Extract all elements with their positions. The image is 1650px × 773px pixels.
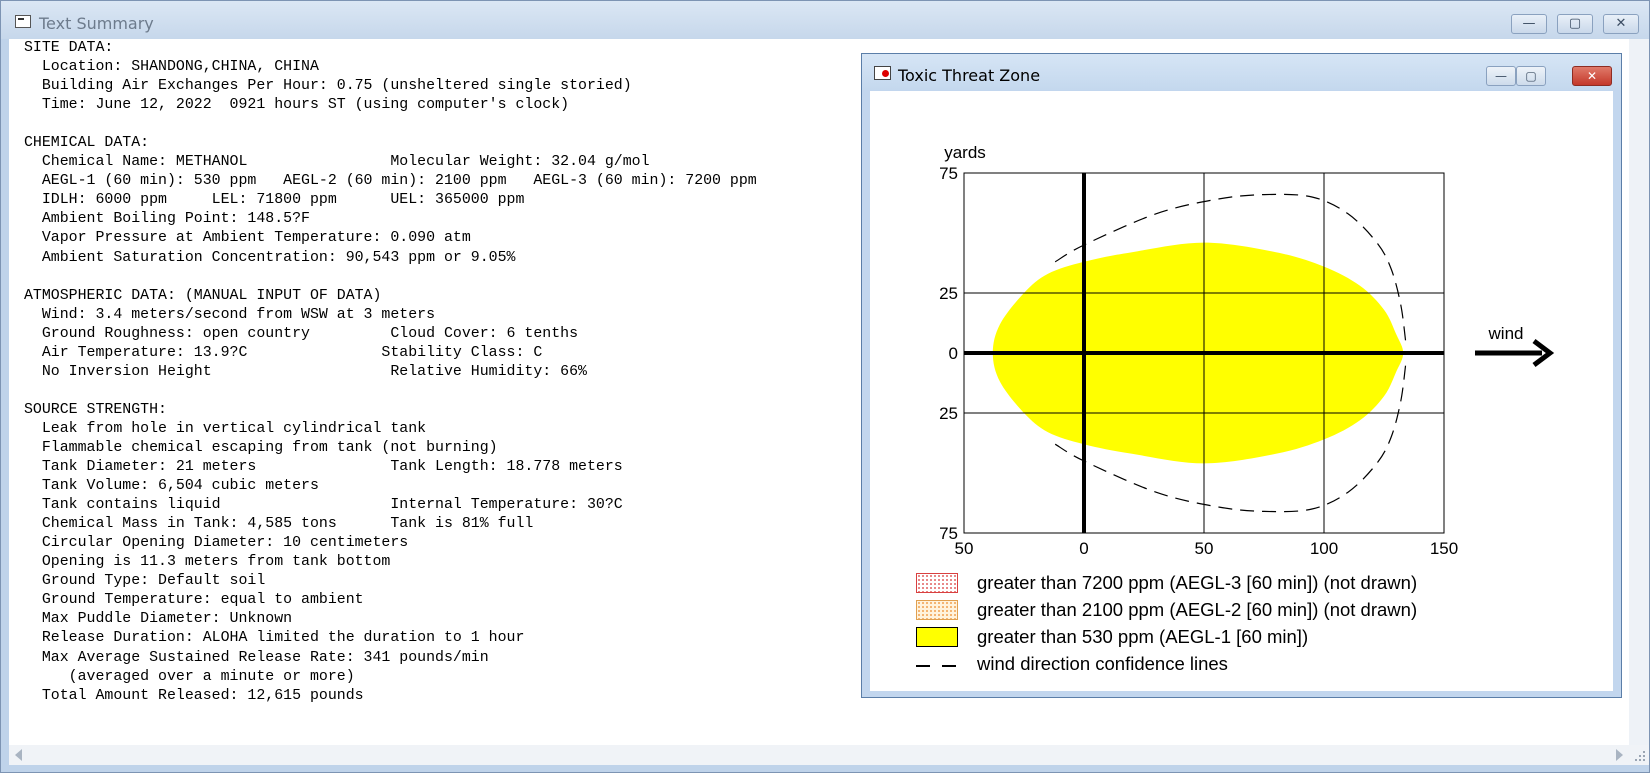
wind-label: wind	[1488, 324, 1524, 343]
report-text: SITE DATA: Location: SHANDONG,CHINA, CHI…	[24, 39, 757, 706]
threat-window-title: Toxic Threat Zone	[898, 66, 1041, 85]
threat-zone-icon[interactable]	[874, 66, 891, 80]
report-line: Ambient Boiling Point: 148.5?F	[24, 211, 310, 228]
report-line: Total Amount Released: 12,615 pounds	[24, 687, 364, 704]
report-line: No Inversion Height Relative Humidity: 6…	[24, 363, 587, 380]
x-tick-label: 50	[1195, 539, 1214, 558]
y-tick-label: 0	[949, 344, 958, 363]
legend-label: greater than 530 ppm (AEGL-1 [60 min])	[977, 626, 1309, 647]
report-line: Air Temperature: 13.9?C Stability Class:…	[24, 344, 543, 361]
report-line: Max Puddle Diameter: Unknown	[24, 611, 293, 628]
minimize-icon: —	[1495, 69, 1507, 83]
report-line: Max Average Sustained Release Rate: 341 …	[24, 649, 489, 666]
x-tick-label: 0	[1079, 539, 1088, 558]
report-line: Chemical Mass in Tank: 4,585 tons Tank i…	[24, 516, 534, 533]
y-tick-label: 25	[939, 404, 958, 423]
threat-maximize-button[interactable]: ▢	[1516, 66, 1546, 86]
y-tick-label: 25	[939, 284, 958, 303]
report-line: Building Air Exchanges Per Hour: 0.75 (u…	[24, 78, 632, 95]
y-axis-label: yards	[944, 143, 986, 162]
vertical-scrollbar[interactable]	[1629, 39, 1649, 745]
report-line: SITE DATA:	[24, 40, 114, 56]
legend-swatch-dash	[916, 665, 958, 667]
report-line: Release Duration: ALOHA limited the dura…	[24, 630, 525, 647]
report-line: ATMOSPHERIC DATA: (MANUAL INPUT OF DATA)	[24, 287, 382, 304]
report-line: Wind: 3.4 meters/second from WSW at 3 me…	[24, 306, 436, 323]
x-tick-label: 150	[1430, 539, 1458, 558]
report-line: Chemical Name: METHANOL Molecular Weight…	[24, 154, 650, 171]
app-icon[interactable]	[15, 15, 31, 28]
report-line: IDLH: 6000 ppm LEL: 71800 ppm UEL: 36500…	[24, 192, 525, 209]
report-line: Location: SHANDONG,CHINA, CHINA	[24, 59, 319, 76]
legend-label: wind direction confidence lines	[977, 653, 1228, 674]
resize-grip[interactable]	[1629, 745, 1649, 765]
threat-minimize-button[interactable]: —	[1486, 66, 1516, 86]
toxic-threat-zone-window: Toxic Threat Zone — ▢ ✕ 50 0 50 100 150 75 25 0…	[861, 53, 1622, 698]
threat-close-button[interactable]: ✕	[1572, 66, 1612, 86]
minimize-button[interactable]: —	[1511, 14, 1547, 34]
report-line: Time: June 12, 2022 0921 hours ST (using…	[24, 97, 570, 114]
horizontal-scrollbar[interactable]	[9, 745, 1629, 765]
report-line: Vapor Pressure at Ambient Temperature: 0…	[24, 230, 471, 247]
threat-title-bar[interactable]: Toxic Threat Zone — ▢ ✕	[862, 54, 1621, 90]
report-line: Tank Diameter: 21 meters Tank Length: 18…	[24, 459, 623, 476]
report-line: Ground Type: Default soil	[24, 573, 266, 590]
legend-label: greater than 7200 ppm (AEGL-3 [60 min]) …	[977, 572, 1418, 593]
report-line: Tank Volume: 6,504 cubic meters	[24, 478, 319, 495]
close-icon: ✕	[1586, 69, 1598, 83]
threat-zone-chart: 50050100150752502575yardsyardswind	[939, 143, 1555, 558]
text-summary-window: Text Summary — ▢ ✕ SITE DATA: Location: …	[0, 0, 1650, 773]
threat-zone-plot-area: 50050100150752502575yardsyardswind great…	[870, 91, 1613, 691]
legend-swatch-a1	[916, 627, 958, 647]
y-tick-label: 75	[939, 524, 958, 543]
report-line: (averaged over a minute or more)	[24, 668, 355, 685]
legend-swatch-a2	[916, 600, 958, 620]
report-line: Ground Roughness: open country Cloud Cov…	[24, 325, 579, 342]
report-line: CHEMICAL DATA:	[24, 135, 150, 152]
legend-swatch-a3	[916, 573, 958, 593]
report-line: Tank contains liquid Internal Temperatur…	[24, 497, 623, 514]
scroll-right-icon[interactable]	[1616, 749, 1623, 761]
report-line: Leak from hole in vertical cylindrical t…	[24, 420, 427, 437]
scroll-left-icon[interactable]	[15, 749, 22, 761]
maximize-icon: ▢	[1568, 16, 1582, 31]
report-line: Ambient Saturation Concentration: 90,543…	[24, 249, 516, 266]
x-tick-label: 100	[1310, 539, 1338, 558]
report-line: AEGL-1 (60 min): 530 ppm AEGL-2 (60 min)…	[24, 173, 757, 190]
maximize-button[interactable]: ▢	[1557, 14, 1593, 34]
report-line: SOURCE STRENGTH:	[24, 401, 167, 418]
window-title: Text Summary	[39, 14, 154, 33]
y-tick-label: 75	[939, 164, 958, 183]
maximize-icon: ▢	[1525, 69, 1537, 83]
report-line: Circular Opening Diameter: 10 centimeter…	[24, 535, 409, 552]
legend-label: greater than 2100 ppm (AEGL-2 [60 min]) …	[977, 599, 1418, 620]
minimize-icon: —	[1522, 16, 1536, 31]
close-button[interactable]: ✕	[1603, 14, 1639, 34]
report-line: Opening is 11.3 meters from tank bottom	[24, 554, 391, 571]
close-icon: ✕	[1615, 16, 1627, 31]
title-bar[interactable]: Text Summary — ▢ ✕	[1, 1, 1649, 39]
report-line: Ground Temperature: equal to ambient	[24, 592, 364, 609]
report-line: Flammable chemical escaping from tank (n…	[24, 439, 498, 456]
